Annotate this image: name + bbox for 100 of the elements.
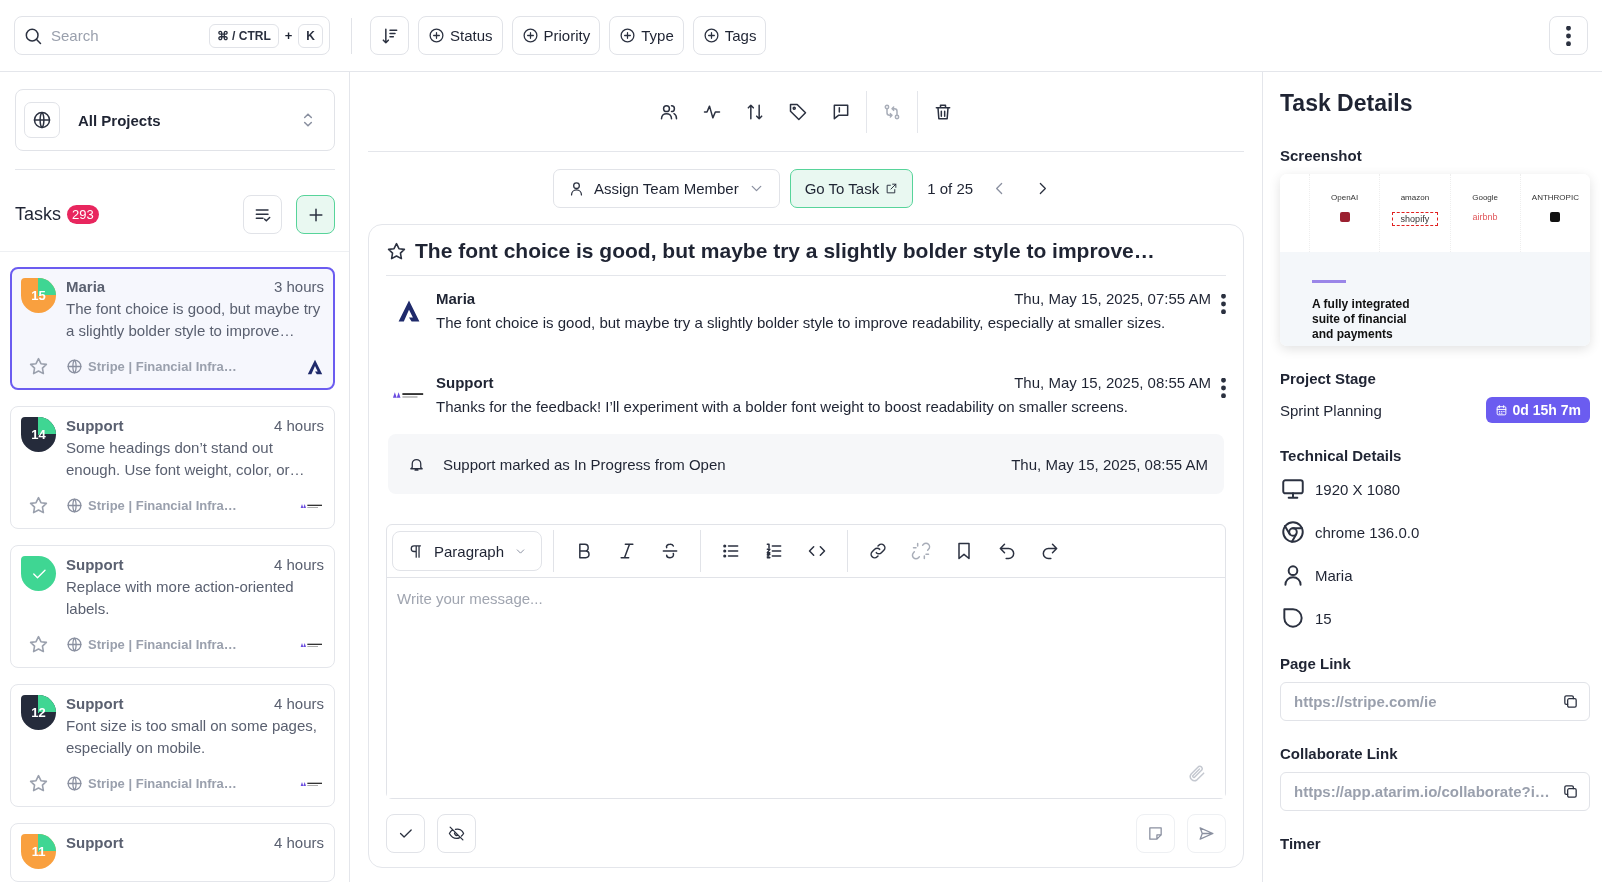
filter-button[interactable]: Status: [418, 16, 503, 55]
filter-list-button[interactable]: [243, 195, 282, 234]
unlink-icon: [911, 541, 932, 561]
globe-icon: [66, 497, 83, 514]
status-badge: 11: [21, 834, 56, 869]
pager-text: 1 of 25: [927, 180, 974, 197]
go-to-task-button[interactable]: Go To Task: [789, 169, 914, 208]
timestamp: Thu, May 15, 2025, 08:55 AM: [1011, 455, 1208, 473]
section-heading: Page Link: [1280, 655, 1352, 672]
message-text: Thanks for the feedback! I’ll experiment with a bolder font weight to boost readability on smaller screens.: [436, 398, 1130, 415]
plus-sign: +: [284, 28, 293, 43]
globe-icon: [66, 636, 83, 653]
globe-icon: [66, 358, 83, 375]
author-name: Support: [66, 834, 124, 851]
tag-icon: [788, 101, 808, 122]
paperclip-icon: [1187, 764, 1207, 784]
shortcut-key: K: [298, 23, 323, 48]
panel-title: Task Details: [1280, 90, 1414, 117]
task-card[interactable]: 14 Support 4 hours Some headings don’t stand out enough. Use font weight, color, or… Stripe | Financial Infra…: [10, 406, 335, 529]
filter-button[interactable]: Type: [609, 16, 684, 55]
more-button[interactable]: [1549, 16, 1588, 55]
logo-text: OpenAI: [1331, 193, 1359, 202]
detail-value: 15: [1315, 609, 1332, 627]
project-selector[interactable]: All Projects: [15, 89, 335, 151]
activity-text: Support marked as In Progress from Open: [443, 455, 726, 473]
browser-icon: [1280, 519, 1306, 545]
monitor-icon: [1280, 476, 1306, 502]
timestamp: Thu, May 15, 2025, 07:55 AM: [1014, 290, 1211, 307]
more-icon: [1221, 378, 1226, 398]
add-task-button[interactable]: [296, 195, 335, 234]
logo-text: ANTHROPIC: [1531, 193, 1579, 202]
more-button[interactable]: [1221, 294, 1226, 314]
section-heading: Project Stage: [1280, 370, 1377, 387]
logo-text: shopify: [1391, 212, 1439, 226]
more-button[interactable]: [1221, 378, 1226, 398]
globe-icon: [32, 110, 52, 130]
logo-text: airbnb: [1472, 212, 1498, 222]
send-button[interactable]: [1187, 814, 1226, 853]
logo-text: amazon: [1400, 193, 1430, 202]
project-name: Stripe | Financial Infra…: [88, 498, 237, 513]
task-text: The font choice is good, but maybe try a slightly bolder style to improve…: [66, 299, 322, 341]
task-text: Some headings don’t stand out enough. Use font weight, color, or…: [66, 438, 306, 480]
time-label: 4 hours: [273, 834, 324, 851]
task-card[interactable]: Support 4 hours Replace with more action-oriented labels. Stripe | Financial Infra…: [10, 545, 335, 668]
plus-circle-icon: [428, 27, 445, 44]
plus-circle-icon: [521, 27, 539, 44]
copy-icon: [1562, 693, 1579, 710]
more-icon: [1566, 25, 1571, 46]
detail-value: chrome 136.0.0: [1315, 523, 1420, 541]
block-style-dropdown[interactable]: Paragraph: [392, 531, 543, 571]
duration-badge: 0d 15h 7m: [1485, 397, 1590, 423]
globe-icon: [66, 775, 83, 792]
shortcut-key: ⌘ / CTRL: [208, 23, 279, 48]
author-name: Support: [66, 695, 124, 712]
task-text: Replace with more action-oriented labels.: [66, 577, 295, 619]
message-editor[interactable]: Paragraph Write your message...: [386, 524, 1226, 799]
project-name: Stripe | Financial Infra…: [88, 776, 237, 791]
task-card[interactable]: 11 Support 4 hours: [10, 823, 335, 882]
hide-button[interactable]: [437, 814, 476, 853]
eye-off-icon: [448, 825, 465, 842]
copy-icon: [1562, 783, 1579, 800]
task-card[interactable]: 15 Maria 3 hours The font choice is good, but maybe try a slightly bolder style to improve… Stripe | Financial Infra…: [10, 267, 335, 390]
section-heading: Timer: [1280, 835, 1322, 852]
tasks-title: Tasks: [15, 204, 61, 225]
section-heading: Collaborate Link: [1280, 745, 1399, 762]
project-name: Stripe | Financial Infra…: [88, 637, 237, 652]
status-badge: 12: [21, 695, 56, 730]
detail-value: 1920 X 1080: [1315, 480, 1401, 498]
task-card[interactable]: 12 Support 4 hours Font size is too small on some pages, especially on mobile. Stripe | Financial Infra…: [10, 684, 335, 807]
time-label: 3 hours: [273, 278, 324, 295]
author-name: Maria: [436, 290, 476, 307]
shape-icon: [1280, 605, 1306, 631]
external-link-icon: [885, 182, 899, 195]
author-name: Maria: [66, 278, 106, 295]
label-bar: [1312, 280, 1346, 283]
send-icon: [1198, 825, 1215, 842]
time-label: 4 hours: [273, 695, 324, 712]
calendar-icon: [1494, 403, 1508, 417]
author-name: Support: [66, 556, 124, 573]
note-icon: [1147, 825, 1164, 842]
assign-member-dropdown[interactable]: Assign Team Member: [552, 169, 780, 208]
time-label: 4 hours: [273, 417, 324, 434]
logo-icon: [1550, 212, 1561, 222]
status-badge: 15: [21, 278, 56, 313]
link-icon: [868, 541, 889, 561]
task-title: The font choice is good, but maybe try a slightly bolder style to improve…: [415, 239, 1155, 263]
plus-circle-icon: [619, 27, 637, 44]
plus-circle-icon: [702, 27, 720, 44]
author-name: Support: [436, 374, 494, 391]
logo-icon: [1339, 212, 1350, 222]
detail-value: Maria: [1315, 566, 1353, 584]
message-field[interactable]: Write your message...: [387, 577, 1225, 798]
filter-button[interactable]: Priority: [511, 16, 601, 55]
count-badge: 293: [67, 205, 99, 224]
headline: A fully integrated suite of financial and payments: [1312, 297, 1411, 342]
section-heading: Technical Details: [1280, 447, 1403, 464]
sort-button[interactable]: [370, 16, 409, 55]
filter-button[interactable]: Tags: [692, 16, 767, 55]
section-heading: Screenshot: [1280, 147, 1363, 164]
more-icon: [1221, 294, 1226, 314]
